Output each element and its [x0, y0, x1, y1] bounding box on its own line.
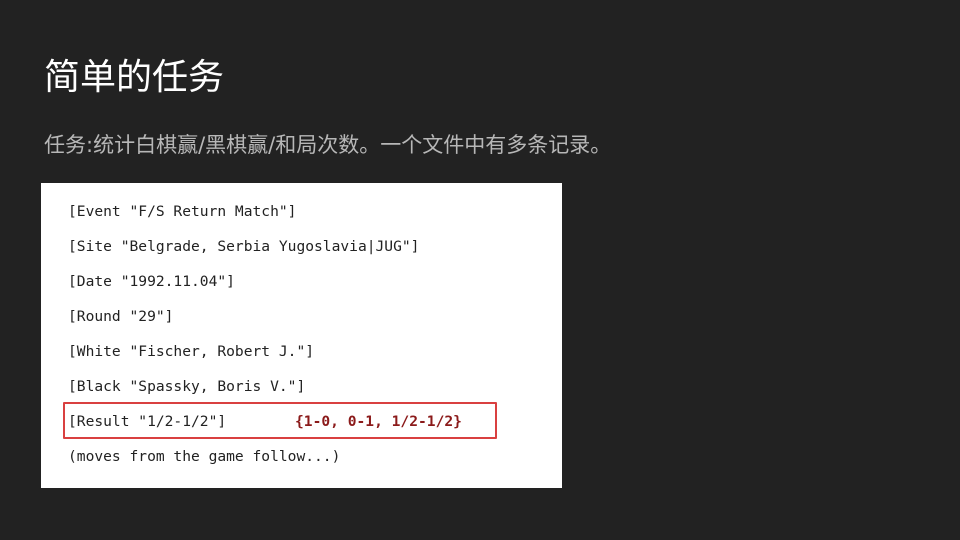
- pgn-line-site: [Site "Belgrade, Serbia Yugoslavia|JUG"]: [68, 238, 420, 255]
- slide-subtitle: 任务:统计白棋赢/黑棋赢/和局次数。一个文件中有多条记录。: [44, 133, 612, 157]
- result-options-annotation: {1-0, 0-1, 1/2-1/2}: [295, 413, 462, 430]
- slide: 简单的任务 任务:统计白棋赢/黑棋赢/和局次数。一个文件中有多条记录。 [Eve…: [0, 0, 960, 540]
- pgn-line-date: [Date "1992.11.04"]: [68, 273, 235, 290]
- pgn-line-white: [White "Fischer, Robert J."]: [68, 343, 315, 360]
- pgn-code-sample: [Event "F/S Return Match"] [Site "Belgra…: [41, 183, 562, 488]
- pgn-line-round: [Round "29"]: [68, 308, 174, 325]
- pgn-line-black: [Black "Spassky, Boris V."]: [68, 378, 306, 395]
- slide-title: 简单的任务: [44, 57, 225, 98]
- pgn-line-event: [Event "F/S Return Match"]: [68, 203, 297, 220]
- pgn-line-result: [Result "1/2-1/2"]: [68, 413, 227, 430]
- pgn-line-moves: (moves from the game follow...): [68, 448, 341, 465]
